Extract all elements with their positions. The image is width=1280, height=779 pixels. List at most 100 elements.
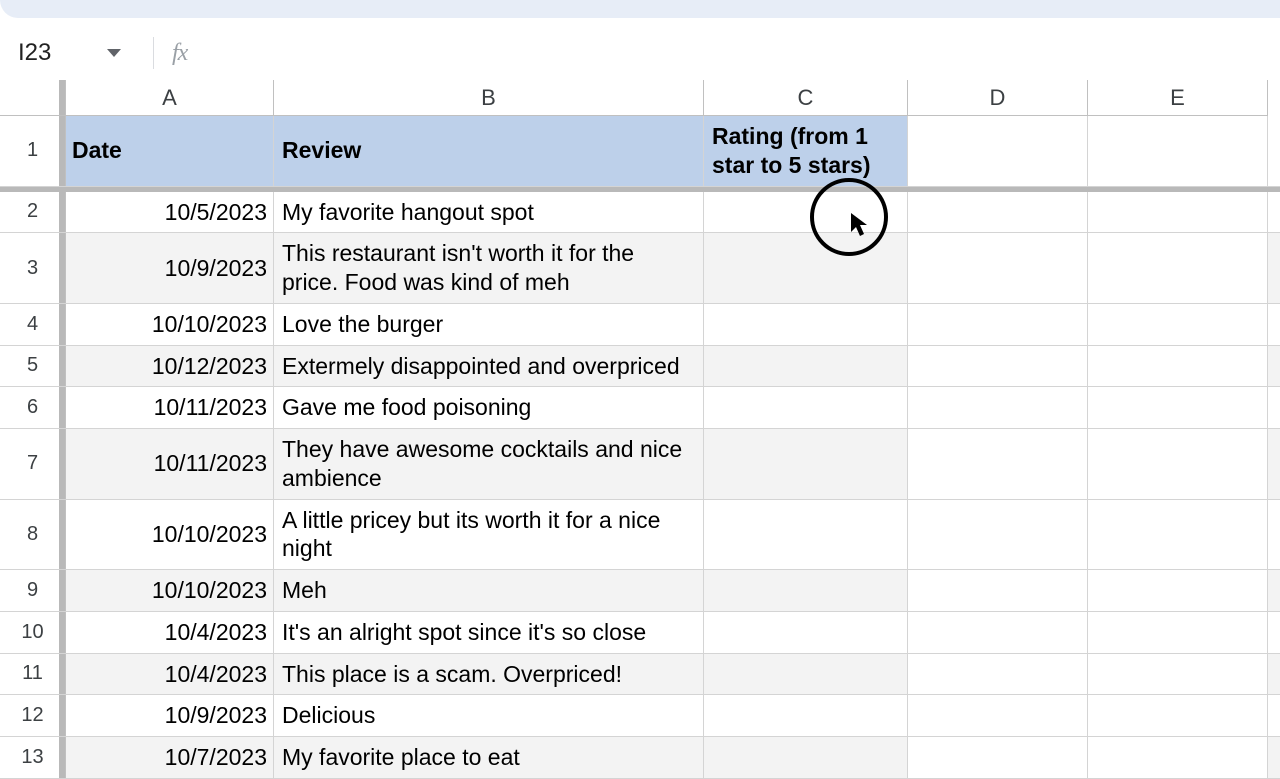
row-header[interactable]: 7 [0,429,66,499]
cell[interactable] [908,500,1088,570]
cell-review[interactable]: Extermely disappointed and overpriced [274,346,704,387]
cell[interactable] [1088,116,1268,186]
cell-review[interactable]: My favorite hangout spot [274,192,704,233]
table-row: 1210/9/2023Delicious [0,695,1280,737]
col-header-B[interactable]: B [274,80,704,116]
cell[interactable] [908,570,1088,611]
cell[interactable] [1088,304,1268,345]
header-rating[interactable]: Rating (from 1 star to 5 stars) [704,116,908,186]
cell-date[interactable]: 10/10/2023 [66,304,274,345]
cell-review[interactable]: Gave me food poisoning [274,387,704,428]
row-header[interactable]: 4 [0,304,66,345]
formula-bar: I23 fx [0,28,1280,78]
toolbar-background [0,0,1280,18]
row-header[interactable]: 3 [0,233,66,303]
cell[interactable] [1088,429,1268,499]
row-header[interactable]: 8 [0,500,66,570]
cell[interactable] [908,695,1088,736]
cell[interactable] [1088,612,1268,653]
cell-rating[interactable] [704,192,908,233]
header-review[interactable]: Review [274,116,704,186]
cell-rating[interactable] [704,654,908,695]
cell[interactable] [1088,387,1268,428]
table-header-row: 1 Date Review Rating (from 1 star to 5 s… [0,116,1280,187]
table-row: 610/11/2023Gave me food poisoning [0,387,1280,429]
header-date[interactable]: Date [66,116,274,186]
cell[interactable] [1088,570,1268,611]
cell[interactable] [1088,654,1268,695]
name-box-value: I23 [18,39,51,67]
table-row: 1110/4/2023This place is a scam. Overpri… [0,654,1280,696]
table-row: 1010/4/2023It's an alright spot since it… [0,612,1280,654]
cell-rating[interactable] [704,233,908,303]
col-header-C[interactable]: C [704,80,908,116]
cell-date[interactable]: 10/12/2023 [66,346,274,387]
cell-review[interactable]: It's an alright spot since it's so close [274,612,704,653]
cell-review[interactable]: Meh [274,570,704,611]
col-header-E[interactable]: E [1088,80,1268,116]
cell-date[interactable]: 10/11/2023 [66,387,274,428]
cell-date[interactable]: 10/10/2023 [66,500,274,570]
cell-review[interactable]: This place is a scam. Overpriced! [274,654,704,695]
cell-date[interactable]: 10/4/2023 [66,612,274,653]
cell[interactable] [908,304,1088,345]
cell[interactable] [1088,500,1268,570]
cell-review[interactable]: Delicious [274,695,704,736]
cell[interactable] [1088,695,1268,736]
cell-rating[interactable] [704,304,908,345]
name-box[interactable]: I23 [0,33,135,73]
row-header[interactable]: 6 [0,387,66,428]
cell[interactable] [1088,346,1268,387]
table-row: 910/10/2023Meh [0,570,1280,612]
cell-date[interactable]: 10/7/2023 [66,737,274,778]
cell[interactable] [908,192,1088,233]
cell-rating[interactable] [704,695,908,736]
cell[interactable] [908,346,1088,387]
row-header[interactable]: 13 [0,737,66,778]
cell-date[interactable]: 10/11/2023 [66,429,274,499]
select-all-corner[interactable] [0,80,66,116]
row-header[interactable]: 5 [0,346,66,387]
cell-rating[interactable] [704,737,908,778]
table-row: 410/10/2023Love the burger [0,304,1280,346]
cell[interactable] [1088,192,1268,233]
cell-review[interactable]: My favorite place to eat [274,737,704,778]
cell[interactable] [908,612,1088,653]
cell-rating[interactable] [704,429,908,499]
cell-review[interactable]: They have awesome cocktails and nice amb… [274,429,704,499]
cell[interactable] [908,116,1088,186]
cell-date[interactable]: 10/9/2023 [66,233,274,303]
table-row: 810/10/2023A little pricey but its worth… [0,500,1280,571]
spreadsheet-grid[interactable]: A B C D E 1 Date Review Rating (from 1 s… [0,80,1280,779]
cell-review[interactable]: This restaurant isn't worth it for the p… [274,233,704,303]
row-header[interactable]: 1 [0,116,66,186]
cell[interactable] [908,654,1088,695]
col-header-A[interactable]: A [66,80,274,116]
cell[interactable] [1088,233,1268,303]
cell[interactable] [908,387,1088,428]
table-row: 1310/7/2023My favorite place to eat [0,737,1280,779]
cell-rating[interactable] [704,387,908,428]
cell-date[interactable]: 10/4/2023 [66,654,274,695]
cell[interactable] [908,429,1088,499]
cell-rating[interactable] [704,570,908,611]
row-header[interactable]: 10 [0,612,66,653]
row-header[interactable]: 9 [0,570,66,611]
cell-date[interactable]: 10/9/2023 [66,695,274,736]
col-header-D[interactable]: D [908,80,1088,116]
cell-review[interactable]: Love the burger [274,304,704,345]
cell-rating[interactable] [704,500,908,570]
row-header[interactable]: 12 [0,695,66,736]
cell-rating[interactable] [704,346,908,387]
table-row: 210/5/2023My favorite hangout spot [0,192,1280,234]
cell[interactable] [908,233,1088,303]
chevron-down-icon[interactable] [107,49,121,57]
cell-rating[interactable] [704,612,908,653]
cell-review[interactable]: A little pricey but its worth it for a n… [274,500,704,570]
cell-date[interactable]: 10/10/2023 [66,570,274,611]
cell[interactable] [908,737,1088,778]
row-header[interactable]: 2 [0,192,66,233]
row-header[interactable]: 11 [0,654,66,695]
cell[interactable] [1088,737,1268,778]
cell-date[interactable]: 10/5/2023 [66,192,274,233]
